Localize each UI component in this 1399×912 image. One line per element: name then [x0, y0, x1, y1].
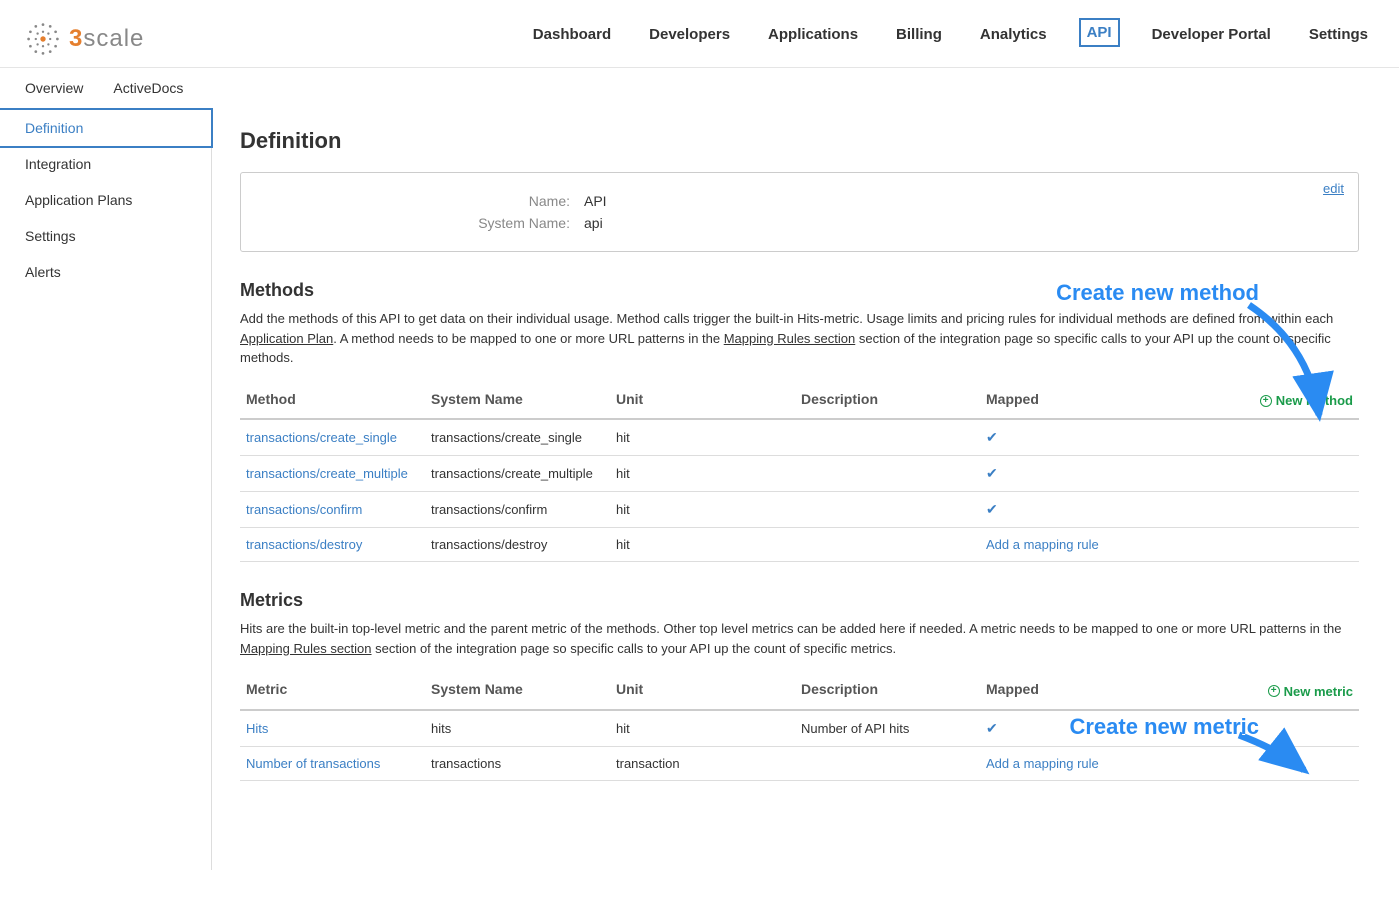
method-name-link[interactable]: transactions/create_single: [246, 430, 397, 445]
method-system: transactions/confirm: [425, 492, 610, 528]
check-icon: ✔: [986, 429, 998, 445]
check-icon: ✔: [986, 501, 998, 517]
nav-developers[interactable]: Developers: [643, 22, 736, 47]
method-mapped: ✔: [980, 419, 1180, 456]
topbar: 3scale Dashboard Developers Applications…: [0, 0, 1399, 68]
info-name-value: API: [584, 193, 607, 209]
metric-unit: hit: [610, 710, 795, 747]
metric-system: transactions: [425, 746, 610, 780]
logo[interactable]: 3scale: [25, 21, 144, 57]
sidebar: Definition Integration Application Plans…: [0, 110, 212, 870]
nav-developer-portal[interactable]: Developer Portal: [1146, 22, 1277, 47]
method-name-link[interactable]: transactions/create_multiple: [246, 466, 408, 481]
method-desc: [795, 492, 980, 528]
metric-system: hits: [425, 710, 610, 747]
subnav-overview[interactable]: Overview: [25, 80, 83, 96]
info-system-value: api: [584, 215, 603, 231]
method-unit: hit: [610, 419, 795, 456]
nav-api[interactable]: API: [1079, 18, 1120, 47]
col-method: Method: [240, 380, 425, 420]
col-desc: Description: [795, 670, 980, 710]
add-mapping-rule-link[interactable]: Add a mapping rule: [986, 537, 1099, 552]
metric-name-link[interactable]: Hits: [246, 721, 268, 736]
col-system: System Name: [425, 380, 610, 420]
check-icon: ✔: [986, 720, 998, 736]
methods-table: Method System Name Unit Description Mapp…: [240, 380, 1359, 563]
content: Definition edit Name: API System Name: a…: [212, 110, 1399, 870]
definition-infobox: edit Name: API System Name: api: [240, 172, 1359, 252]
method-unit: hit: [610, 456, 795, 492]
metric-name-link[interactable]: Number of transactions: [246, 756, 380, 771]
add-mapping-rule-link[interactable]: Add a mapping rule: [986, 756, 1099, 771]
info-system-label: System Name:: [259, 215, 584, 231]
method-mapped: ✔: [980, 492, 1180, 528]
nav-applications[interactable]: Applications: [762, 22, 864, 47]
table-row: Number of transactions transactionstransa…: [240, 746, 1359, 780]
col-desc: Description: [795, 380, 980, 420]
metrics-table: Metric System Name Unit Description Mapp…: [240, 670, 1359, 781]
table-row: transactions/create_multiple transactions…: [240, 456, 1359, 492]
methods-description: Add the methods of this API to get data …: [240, 309, 1359, 368]
mapping-rules-link-2[interactable]: Mapping Rules section: [240, 641, 372, 656]
metric-desc: [795, 746, 980, 780]
method-unit: hit: [610, 528, 795, 562]
nav-analytics[interactable]: Analytics: [974, 22, 1053, 47]
metrics-heading: Metrics: [240, 590, 1359, 611]
logo-mark-icon: [25, 21, 61, 57]
info-name-label: Name:: [259, 193, 584, 209]
table-row: transactions/confirm transactions/confirm…: [240, 492, 1359, 528]
method-mapped: ✔: [980, 456, 1180, 492]
col-metric: Metric: [240, 670, 425, 710]
method-system: transactions/create_single: [425, 419, 610, 456]
sidebar-item-application-plans[interactable]: Application Plans: [0, 182, 211, 218]
metric-mapped: ✔: [980, 710, 1180, 747]
method-system: transactions/create_multiple: [425, 456, 610, 492]
nav-settings[interactable]: Settings: [1303, 22, 1374, 47]
nav-main: Dashboard Developers Applications Billin…: [527, 18, 1374, 59]
metric-mapped: Add a mapping rule: [980, 746, 1180, 780]
metrics-description: Hits are the built-in top-level metric a…: [240, 619, 1359, 658]
logo-text: 3scale: [69, 25, 144, 53]
nav-billing[interactable]: Billing: [890, 22, 948, 47]
metric-desc: Number of API hits: [795, 710, 980, 747]
col-mapped: Mapped: [980, 670, 1180, 710]
table-row: transactions/create_single transactions/c…: [240, 419, 1359, 456]
new-metric-button[interactable]: + New metric: [1268, 684, 1353, 699]
subnav: Overview ActiveDocs: [0, 68, 1399, 110]
edit-link[interactable]: edit: [1323, 181, 1344, 196]
col-unit: Unit: [610, 380, 795, 420]
table-row: transactions/destroy transactions/destroy…: [240, 528, 1359, 562]
subnav-activedocs[interactable]: ActiveDocs: [113, 80, 183, 96]
methods-heading: Methods: [240, 280, 1359, 301]
sidebar-item-integration[interactable]: Integration: [0, 146, 211, 182]
method-system: transactions/destroy: [425, 528, 610, 562]
page: Definition Integration Application Plans…: [0, 110, 1399, 870]
new-method-button[interactable]: + New method: [1260, 393, 1353, 408]
col-mapped: Mapped: [980, 380, 1180, 420]
nav-dashboard[interactable]: Dashboard: [527, 22, 617, 47]
metric-unit: transaction: [610, 746, 795, 780]
method-desc: [795, 528, 980, 562]
table-row: Hits hitshitNumber of API hits ✔: [240, 710, 1359, 747]
application-plan-link[interactable]: Application Plan: [240, 331, 333, 346]
method-name-link[interactable]: transactions/destroy: [246, 537, 362, 552]
method-desc: [795, 456, 980, 492]
col-system: System Name: [425, 670, 610, 710]
plus-icon: +: [1260, 395, 1272, 407]
col-unit: Unit: [610, 670, 795, 710]
page-title: Definition: [240, 128, 1359, 154]
method-name-link[interactable]: transactions/confirm: [246, 502, 362, 517]
plus-icon: +: [1268, 685, 1280, 697]
method-mapped: Add a mapping rule: [980, 528, 1180, 562]
method-unit: hit: [610, 492, 795, 528]
check-icon: ✔: [986, 465, 998, 481]
sidebar-item-settings[interactable]: Settings: [0, 218, 211, 254]
sidebar-item-definition[interactable]: Definition: [0, 108, 213, 148]
sidebar-item-alerts[interactable]: Alerts: [0, 254, 211, 290]
method-desc: [795, 419, 980, 456]
mapping-rules-link[interactable]: Mapping Rules section: [724, 331, 856, 346]
